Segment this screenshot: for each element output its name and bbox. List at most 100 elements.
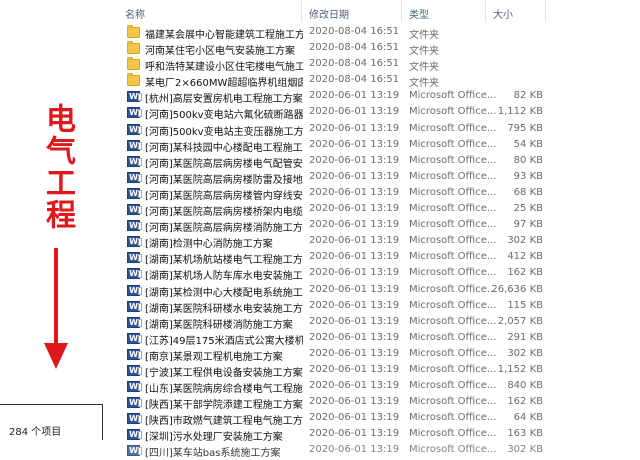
file-date: 2020-06-01 13:19 bbox=[309, 315, 400, 327]
file-name: [湖南]某医院科研楼消防施工方案 bbox=[145, 319, 293, 331]
file-type: Microsoft Office... bbox=[409, 347, 497, 359]
file-date: 2020-08-04 16:51 bbox=[309, 26, 400, 37]
file-row[interactable]: 某电厂2×660MW超超临界机组烟囱电气... 2020-08-04 16:51 文… bbox=[105, 73, 640, 89]
file-size: 1,112 KB bbox=[497, 106, 543, 118]
word-doc-icon: W bbox=[127, 348, 142, 360]
file-row[interactable]: W[江苏]49层175米酒店式公寓大楼机电施... 2020-06-01 13:1… bbox=[105, 331, 640, 347]
file-name: [河南]某医院高层病房楼消防施工方案 bbox=[145, 223, 303, 235]
file-name: [宁波]某工程供电设备安装施工方案 bbox=[145, 367, 303, 379]
file-type: Microsoft Office... bbox=[409, 315, 497, 327]
file-name: [陕西]市政燃气建筑工程电气施工方案 bbox=[145, 416, 303, 428]
file-row[interactable]: W [深圳]污水处理厂安装施工方案 2020-06-01 13:19 Microsof… bbox=[105, 427, 640, 443]
file-type: Microsoft Office... bbox=[409, 380, 497, 392]
file-date: 2020-06-01 13:19 bbox=[309, 170, 400, 182]
file-size: 82 KB bbox=[513, 90, 543, 102]
file-row[interactable]: W[湖南]某检测中心大楼配电系统施工方案 2020-06-01 13:19 Micr… bbox=[105, 283, 640, 299]
file-name: 河南某住宅小区电气安装施工方案 bbox=[145, 46, 295, 58]
file-name: 福建某会展中心智能建筑工程施工方案 bbox=[145, 30, 303, 41]
file-name: 呼和浩特某建设小区住宅楼电气施工方案 bbox=[145, 62, 303, 74]
file-row[interactable]: W [南京]某景观工程机电施工方案 2020-06-01 13:19 Microsof… bbox=[105, 347, 640, 363]
file-type: 文件夹 bbox=[409, 78, 439, 90]
file-type: 文件夹 bbox=[409, 46, 439, 58]
folder-icon bbox=[127, 73, 140, 87]
file-row[interactable]: W[河南]某医院高层病房楼电气配管安装施... 2020-06-01 13:19 M… bbox=[105, 154, 640, 170]
file-row[interactable]: W [河南]某医院高层病房楼消防施工方案 2020-06-01 13:19 Micro… bbox=[105, 218, 640, 234]
file-size: 162 KB bbox=[507, 396, 543, 408]
file-row[interactable]: W[山东]某医院病房综合楼电气工程施工方案 2020-06-01 13:19 Mic… bbox=[105, 379, 640, 395]
file-row[interactable]: W[河南]某科技园中心楼配电工程施工方案 2020-06-01 13:19 Micr… bbox=[105, 138, 640, 154]
word-doc-icon: W bbox=[127, 187, 142, 199]
file-date: 2020-06-01 13:19 bbox=[309, 299, 400, 311]
word-doc-icon: W bbox=[127, 155, 142, 167]
file-row[interactable]: W [陕西]市政燃气建筑工程电气施工方案 2020-06-01 13:19 Micro… bbox=[105, 411, 640, 427]
down-arrow-shaft bbox=[54, 248, 58, 348]
file-row[interactable]: W [陕西]某干部学院添建工程施工方案 2020-06-01 13:19 Micros… bbox=[105, 395, 640, 411]
file-row[interactable]: 河南某住宅小区电气安装施工方案 2020-08-04 16:51 文件夹 bbox=[105, 41, 640, 57]
file-name: [湖南]检测中心消防施工方案 bbox=[145, 239, 273, 251]
file-date: 2020-06-01 13:19 bbox=[309, 363, 400, 375]
column-size[interactable]: 大小 bbox=[493, 6, 513, 21]
file-row[interactable]: W [宁波]某工程供电设备安装施工方案 2020-06-01 13:19 Micros… bbox=[105, 363, 640, 379]
column-separator[interactable] bbox=[401, 0, 402, 22]
file-row[interactable]: W[河南]某医院高层病房楼管内穿线安装施... 2020-06-01 13:19 M… bbox=[105, 186, 640, 202]
file-type: Microsoft Office... bbox=[409, 235, 497, 247]
file-size: 2,057 KB bbox=[497, 315, 543, 327]
file-date: 2020-08-04 16:51 bbox=[309, 42, 400, 54]
file-name: [山东]某医院病房综合楼电气工程施工方案 bbox=[145, 384, 303, 396]
file-date: 2020-06-01 13:19 bbox=[309, 122, 400, 134]
word-doc-icon: W bbox=[127, 413, 142, 425]
file-size: 1,152 KB bbox=[497, 363, 543, 375]
file-row[interactable]: 呼和浩特某建设小区住宅楼电气施工方案 2020-08-04 16:51 文件夹 bbox=[105, 57, 640, 73]
file-name: [南京]某景观工程机电施工方案 bbox=[145, 351, 283, 363]
file-row[interactable]: W [湖南]某机场航站楼电气工程施工方案 2020-06-01 13:19 Micro… bbox=[105, 250, 640, 266]
file-type: Microsoft Office... bbox=[409, 203, 497, 215]
file-date: 2020-06-01 13:19 bbox=[309, 203, 400, 215]
column-separator[interactable] bbox=[545, 0, 546, 22]
file-size: 291 KB bbox=[507, 331, 543, 343]
file-name: [江苏]49层175米酒店式公寓大楼机电施... bbox=[145, 335, 303, 347]
column-type[interactable]: 类型 bbox=[409, 6, 429, 21]
file-row[interactable]: W [河南]500kv变电站主变压器施工方案 2020-06-01 13:19 Mic… bbox=[105, 122, 640, 138]
file-row[interactable]: W [湖南]某医院科研楼消防施工方案 2020-06-01 13:19 Microso… bbox=[105, 315, 640, 331]
file-name: 某电厂2×660MW超超临界机组烟囱电气... bbox=[145, 78, 303, 90]
file-size: 302 KB bbox=[507, 347, 543, 359]
file-date: 2020-06-01 13:19 bbox=[309, 106, 400, 118]
file-row[interactable]: W [四川]某车站bas系统施工方案 2020-06-01 13:19 Microso… bbox=[105, 443, 640, 459]
file-date: 2020-08-04 16:51 bbox=[309, 74, 400, 86]
file-size: 97 KB bbox=[513, 219, 543, 231]
file-row[interactable]: W[湖南]某机场人防车库水电安装施工方案 2020-06-01 13:19 Micr… bbox=[105, 266, 640, 282]
file-date: 2020-06-01 13:19 bbox=[309, 396, 400, 408]
file-row[interactable]: W [杭州]高层安置房机电工程施工方案 2020-06-01 13:19 Micros… bbox=[105, 89, 640, 105]
file-row[interactable]: W [湖南]检测中心消防施工方案 2020-06-01 13:19 Microsoft… bbox=[105, 234, 640, 250]
word-doc-icon: W bbox=[127, 300, 142, 312]
folder-icon bbox=[127, 41, 140, 55]
file-row[interactable]: 福建某会展中心智能建筑工程施工方案 2020-08-04 16:51 文件夹 bbox=[105, 25, 640, 41]
file-size: 162 KB bbox=[507, 267, 543, 279]
column-separator[interactable] bbox=[485, 0, 486, 22]
column-separator[interactable] bbox=[301, 0, 302, 22]
column-name[interactable]: 名称 bbox=[125, 6, 145, 21]
file-type: Microsoft Office... bbox=[409, 170, 497, 182]
file-list: 福建某会展中心智能建筑工程施工方案 2020-08-04 16:51 文件夹 河南某住… bbox=[105, 25, 640, 460]
file-name: [河南]某医院高层病房楼管内穿线安装施... bbox=[145, 190, 303, 202]
file-row[interactable]: W[河南]某医院高层病房楼防雷及接地施工... 2020-06-01 13:19 M… bbox=[105, 170, 640, 186]
file-date: 2020-06-01 13:19 bbox=[309, 444, 400, 456]
file-row[interactable]: W[河南]某医院高层病房楼桥架内电缆敷设... 2020-06-01 13:19 M… bbox=[105, 202, 640, 218]
file-type: Microsoft Office... bbox=[409, 299, 497, 311]
word-doc-icon: W bbox=[127, 364, 142, 376]
file-name: [湖南]某检测中心大楼配电系统施工方案 bbox=[145, 287, 303, 299]
file-name: [陕西]某干部学院添建工程施工方案 bbox=[145, 400, 303, 412]
file-name: [河南]500kv变电站主变压器施工方案 bbox=[145, 126, 303, 138]
column-date[interactable]: 修改日期 bbox=[309, 6, 349, 21]
file-date: 2020-06-01 13:19 bbox=[309, 219, 400, 231]
file-size: 54 KB bbox=[513, 138, 543, 150]
word-doc-icon: W bbox=[127, 445, 142, 457]
file-row[interactable]: W [湖南]某医院科研楼水电安装施工方案 2020-06-01 13:19 Micro… bbox=[105, 299, 640, 315]
file-name: [杭州]高层安置房机电工程施工方案 bbox=[145, 94, 303, 106]
file-row[interactable]: W[河南]500kv变电站六氟化硫断路器施工... 2020-06-01 13:1… bbox=[105, 105, 640, 121]
file-size: 26,636 KB bbox=[491, 283, 543, 295]
file-date: 2020-06-01 13:19 bbox=[309, 251, 400, 263]
file-name: [湖南]某医院科研楼水电安装施工方案 bbox=[145, 303, 303, 315]
file-date: 2020-06-01 13:19 bbox=[309, 283, 400, 295]
file-type: Microsoft Office... bbox=[409, 90, 497, 102]
